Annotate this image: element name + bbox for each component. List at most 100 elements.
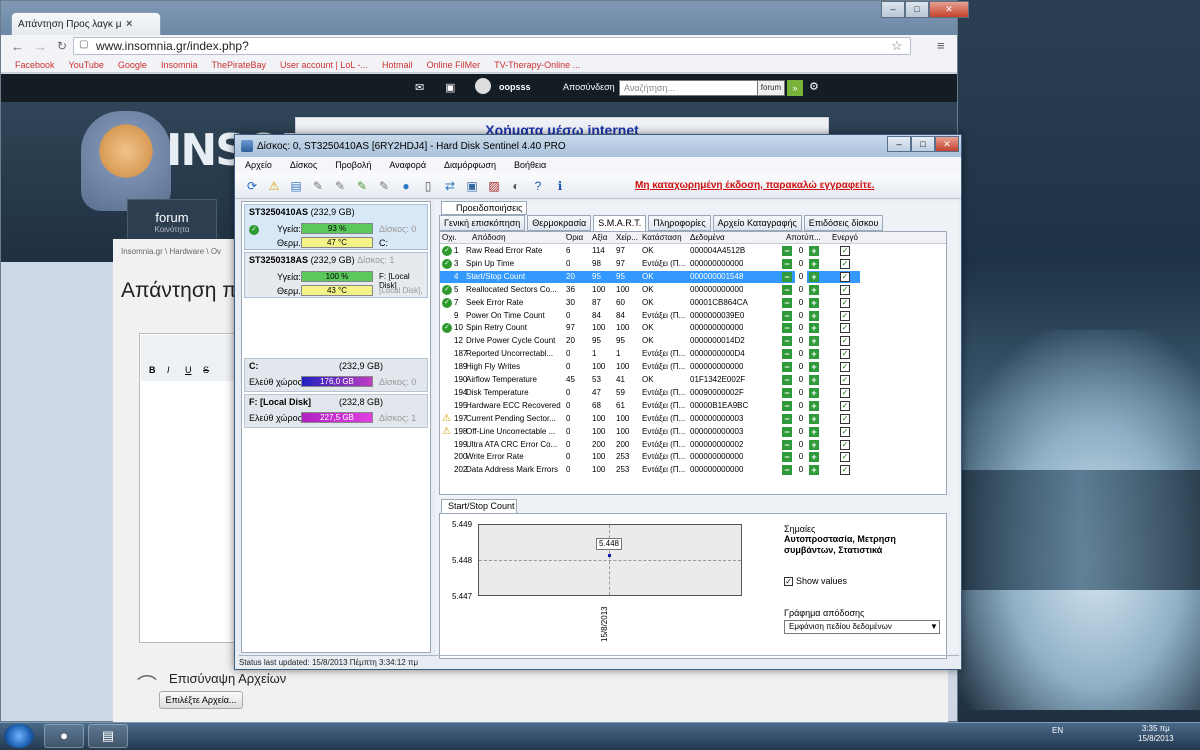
- plus-icon[interactable]: +: [809, 452, 819, 463]
- offset-value[interactable]: 0: [795, 451, 807, 464]
- table-row[interactable]: 202 Data Address Mark Errors 0 100 253 Εντάξε…: [440, 464, 860, 477]
- menu-disk[interactable]: Δίσκος: [290, 160, 317, 170]
- offset-stepper[interactable]: −0 +: [782, 425, 824, 438]
- clock[interactable]: 3:35 πμ 15/8/2013: [1138, 724, 1174, 744]
- offset-value[interactable]: 0: [795, 296, 807, 309]
- underline-icon[interactable]: U: [185, 365, 192, 375]
- plus-icon[interactable]: +: [809, 362, 819, 373]
- plus-icon[interactable]: +: [809, 426, 819, 437]
- notification-icon[interactable]: ▣: [445, 81, 455, 94]
- username[interactable]: oopsss: [499, 82, 531, 92]
- minimize-icon[interactable]: –: [887, 136, 911, 152]
- plus-icon[interactable]: +: [809, 400, 819, 411]
- start-button[interactable]: [4, 724, 34, 748]
- extended-test-icon[interactable]: ✎: [375, 177, 393, 195]
- offset-stepper[interactable]: −0 +: [782, 296, 824, 309]
- avatar[interactable]: [475, 78, 491, 94]
- offset-value[interactable]: 0: [795, 399, 807, 412]
- table-row[interactable]: ⚠ 197 Current Pending Sector... 0 100 100 Εντά…: [440, 412, 860, 425]
- info-icon[interactable]: ℹ: [551, 177, 569, 195]
- plus-icon[interactable]: +: [809, 297, 819, 308]
- taskbar-chrome[interactable]: ●: [44, 724, 84, 748]
- minus-icon[interactable]: −: [782, 284, 792, 295]
- minus-icon[interactable]: −: [782, 246, 792, 256]
- show-values-checkbox[interactable]: ✓ Show values: [784, 576, 847, 586]
- enabled-checkbox[interactable]: ✓: [840, 413, 850, 424]
- table-row[interactable]: 4 Start/Stop Count 20 95 95 OK 000000001548 −0 +…: [440, 270, 860, 283]
- enabled-checkbox[interactable]: ✓: [840, 284, 850, 295]
- enabled-checkbox[interactable]: ✓: [840, 349, 850, 360]
- offset-stepper[interactable]: −0 +: [782, 451, 824, 464]
- search-scope[interactable]: forum: [757, 80, 785, 96]
- table-row[interactable]: ⚠ 198 Off-Line Uncorrectable ... 0 100 100 Εντ…: [440, 425, 860, 438]
- tab-overview[interactable]: Γενική επισκόπηση: [439, 215, 526, 231]
- offset-stepper[interactable]: −0 +: [782, 438, 824, 451]
- offset-value[interactable]: 0: [795, 412, 807, 425]
- minus-icon[interactable]: −: [782, 310, 792, 321]
- col-data[interactable]: Δεδομένα: [690, 233, 725, 242]
- hds-titlebar[interactable]: Δίσκος: 0, ST3250410AS [6RY2HDJ4] - Hard…: [235, 135, 961, 157]
- monitor-icon[interactable]: ▣: [463, 177, 481, 195]
- forward-icon[interactable]: →: [34, 39, 47, 54]
- tab-close-icon[interactable]: ×: [126, 18, 132, 30]
- minus-icon[interactable]: −: [782, 439, 792, 450]
- enabled-checkbox[interactable]: ✓: [840, 426, 850, 437]
- partition-c[interactable]: C: (232,9 GB) Ελεύθ χώρος 176,0 GB Δίσκο…: [244, 358, 428, 392]
- minus-icon[interactable]: −: [782, 387, 792, 398]
- plus-icon[interactable]: +: [809, 336, 819, 347]
- bookmark-hotmail[interactable]: Hotmail: [382, 60, 413, 70]
- plus-icon[interactable]: +: [809, 246, 819, 256]
- surface-test-icon[interactable]: ✎: [331, 177, 349, 195]
- table-row[interactable]: 187 Reported Uncorrectabl... 0 1 1 Εντάξει (Π…: [440, 348, 860, 361]
- plus-icon[interactable]: +: [809, 375, 819, 385]
- offset-value[interactable]: 0: [795, 245, 807, 257]
- site-search-input[interactable]: Αναζήτηση...: [619, 80, 759, 96]
- menu-icon[interactable]: ≡: [937, 38, 945, 53]
- offset-stepper[interactable]: −0 +: [782, 283, 824, 296]
- offset-stepper[interactable]: −0 +: [782, 309, 824, 322]
- offset-value[interactable]: 0: [795, 335, 807, 348]
- offset-value[interactable]: 0: [795, 374, 807, 386]
- enabled-checkbox[interactable]: ✓: [840, 336, 850, 347]
- table-row[interactable]: 195 Hardware ECC Recovered 0 68 61 Εντάξει (Π…: [440, 399, 860, 412]
- table-row[interactable]: 190 Airflow Temperature 45 53 41 OK 01F1342E00…: [440, 374, 860, 386]
- offset-value[interactable]: 0: [795, 386, 807, 399]
- plus-icon[interactable]: +: [809, 271, 819, 282]
- minus-icon[interactable]: −: [782, 375, 792, 385]
- offset-value[interactable]: 0: [795, 309, 807, 322]
- menu-view[interactable]: Προβολή: [335, 160, 371, 170]
- plus-icon[interactable]: +: [809, 349, 819, 360]
- col-worst[interactable]: Χείρ...: [616, 233, 638, 242]
- italic-icon[interactable]: I: [167, 365, 170, 375]
- chart-icon[interactable]: ▨: [485, 177, 503, 195]
- bookmark-youtube[interactable]: YouTube: [69, 60, 104, 70]
- minus-icon[interactable]: −: [782, 362, 792, 373]
- bookmark-tvtherapy[interactable]: TV-Therapy-Online ...: [494, 60, 580, 70]
- minus-icon[interactable]: −: [782, 271, 792, 282]
- offset-stepper[interactable]: −0 +: [782, 270, 824, 283]
- enabled-checkbox[interactable]: ✓: [840, 323, 850, 334]
- language-indicator[interactable]: EN: [1052, 726, 1063, 735]
- test-icon[interactable]: ✎: [309, 177, 327, 195]
- registration-warning[interactable]: Μη καταχωρημένη έκδοση, παρακαλώ εγγραφε…: [635, 180, 875, 191]
- browser-tab[interactable]: Απάντηση Προς λαγκ μ ×: [11, 12, 161, 35]
- bold-icon[interactable]: B: [149, 365, 156, 375]
- enabled-checkbox[interactable]: ✓: [840, 246, 850, 256]
- offset-stepper[interactable]: −0 +: [782, 245, 824, 257]
- table-row[interactable]: ✓ 3 Spin Up Time 0 98 97 Εντάξει (Π... 00000000…: [440, 257, 860, 270]
- plus-icon[interactable]: +: [809, 387, 819, 398]
- maximize-icon[interactable]: □: [911, 136, 935, 152]
- plus-icon[interactable]: +: [809, 413, 819, 424]
- enabled-checkbox[interactable]: ✓: [840, 271, 850, 282]
- table-row[interactable]: 200 Write Error Rate 0 100 253 Εντάξει (Π... 0…: [440, 451, 860, 464]
- offset-stepper[interactable]: −0 +: [782, 348, 824, 361]
- forum-tab[interactable]: forum Κοινότητα: [127, 199, 217, 239]
- table-row[interactable]: 189 High Fly Writes 0 100 100 Εντάξει (Π... 00…: [440, 361, 860, 374]
- alert-icon[interactable]: ⚠: [265, 177, 283, 195]
- col-no[interactable]: Οχι.: [442, 233, 456, 242]
- offset-value[interactable]: 0: [795, 283, 807, 296]
- enabled-checkbox[interactable]: ✓: [840, 400, 850, 411]
- enabled-checkbox[interactable]: ✓: [840, 297, 850, 308]
- help-icon[interactable]: ?: [529, 177, 547, 195]
- enabled-checkbox[interactable]: ✓: [840, 452, 850, 463]
